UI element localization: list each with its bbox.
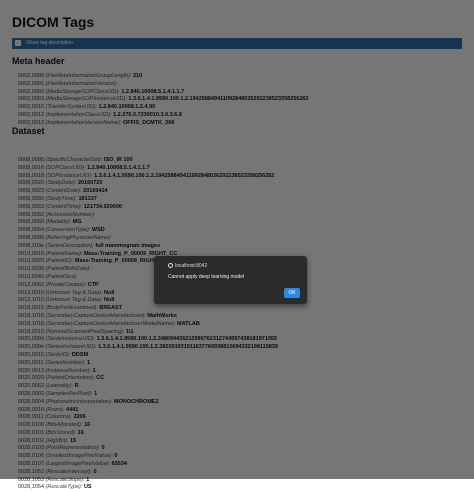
modal-backdrop — [0, 0, 474, 479]
globe-icon — [168, 263, 173, 269]
tag-id: 0028,1054 — [18, 484, 44, 491]
dialog-origin: localhost:8042 — [168, 263, 207, 269]
tag-description: (RescaleType): — [45, 484, 83, 491]
ok-button[interactable]: OK — [284, 288, 300, 298]
dialog-message: Cannot apply deep learning model — [168, 274, 245, 280]
tag-row: 0028,1054 (RescaleType): US — [18, 484, 278, 492]
tag-value: US — [83, 484, 92, 491]
alert-dialog: localhost:8042 Cannot apply deep learnin… — [154, 256, 307, 304]
